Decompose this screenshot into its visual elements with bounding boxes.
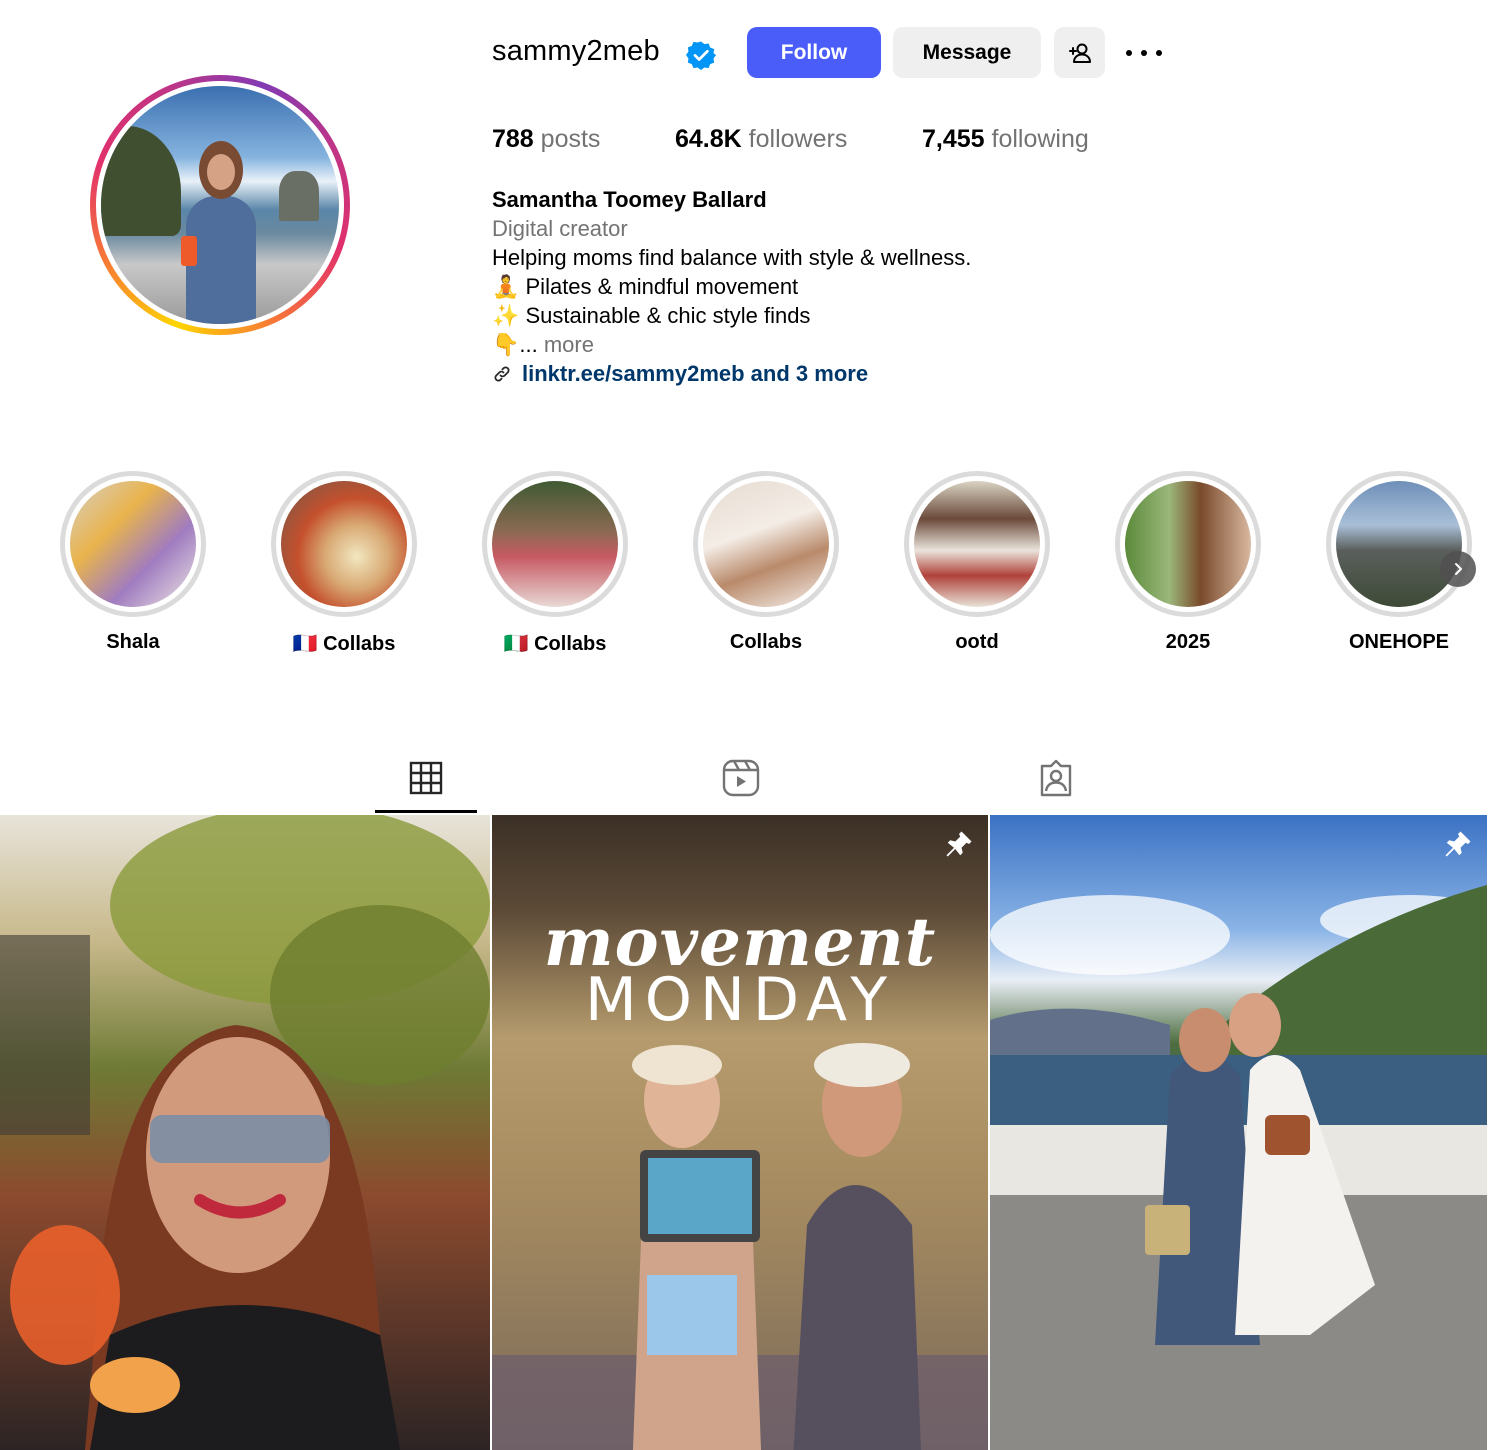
highlight-shala[interactable]: Shala [60, 471, 206, 653]
highlight-label: ootd [955, 631, 999, 653]
bio-link-text: linktr.ee/sammy2meb and 3 more [522, 361, 869, 386]
following-label: following [991, 125, 1089, 153]
highlight-label: Shala [106, 631, 160, 653]
highlight-label: 🇮🇹 Collabs [503, 633, 607, 655]
pin-icon [946, 831, 972, 857]
highlight-ring [693, 471, 839, 617]
reels-icon [722, 759, 760, 797]
bio-line-4-text: 👇... [492, 332, 538, 357]
highlight-label: 2025 [1165, 631, 1211, 653]
highlight-collabs-france[interactable]: 🇫🇷 Collabs [271, 471, 417, 655]
active-tab-indicator [375, 810, 477, 813]
chevron-right-icon [1455, 563, 1462, 575]
bio-category: Digital creator [492, 216, 628, 241]
followers-label: followers [748, 125, 848, 153]
bio-line-3: ✨ Sustainable & chic style finds [492, 303, 811, 328]
highlight-label: 🇫🇷 Collabs [292, 633, 396, 655]
grid-icon [409, 761, 443, 795]
bio-line-4: 👇... more [492, 332, 594, 358]
highlight-2025[interactable]: 2025 [1115, 471, 1261, 653]
highlight-collabs[interactable]: Collabs [693, 471, 839, 653]
verified-badge-icon [686, 41, 716, 70]
tagged-user-icon [1040, 759, 1072, 797]
highlight-cover [703, 481, 829, 607]
message-button[interactable]: Message [893, 27, 1041, 78]
followers-number: 64.8K [675, 125, 742, 153]
bio-line-1: Helping moms find balance with style & w… [492, 245, 972, 270]
add-person-icon [1068, 43, 1091, 63]
highlight-ring [1326, 471, 1472, 617]
highlight-label: ONEHOPE [1348, 631, 1450, 653]
profile-avatar[interactable] [90, 75, 350, 335]
follow-button[interactable]: Follow [747, 27, 881, 78]
highlight-ring [60, 471, 206, 617]
following-link[interactable]: 7,455 following [922, 125, 1089, 154]
bio-line-2: 🧘 Pilates & mindful movement [492, 274, 799, 299]
posts-count: 788 posts [492, 125, 600, 154]
options-icon[interactable] [1122, 40, 1166, 66]
followers-link[interactable]: 64.8K followers [675, 125, 847, 154]
highlight-cover [492, 481, 618, 607]
highlights-next-button[interactable] [1440, 551, 1476, 587]
highlight-ootd[interactable]: ootd [904, 471, 1050, 653]
highlight-label: Collabs [729, 631, 803, 653]
tab-posts[interactable] [406, 758, 446, 798]
link-icon [494, 366, 510, 382]
bio-full-name: Samantha Toomey Ballard [492, 187, 767, 212]
highlight-ring [482, 471, 628, 617]
post-1-image [0, 815, 490, 1450]
post-2[interactable]: movement MONDAY [492, 815, 988, 1450]
highlight-cover [70, 481, 196, 607]
bio-more-link[interactable]: more [544, 332, 594, 357]
posts-number: 788 [492, 125, 534, 153]
suggested-users-button[interactable] [1054, 27, 1105, 78]
post-3-image [990, 885, 1487, 1450]
highlight-onehope[interactable]: ONEHOPE [1326, 471, 1472, 653]
username: sammy2meb [492, 35, 660, 67]
highlight-cover [1336, 481, 1462, 607]
post-1[interactable] [0, 815, 490, 1450]
highlight-cover [914, 481, 1040, 607]
avatar-photo [101, 86, 339, 324]
tab-tagged[interactable] [1036, 758, 1076, 798]
post-3[interactable] [990, 815, 1487, 1450]
pin-icon [1445, 831, 1471, 857]
highlight-ring [904, 471, 1050, 617]
avatar-inner [96, 81, 344, 329]
posts-label: posts [540, 125, 601, 153]
highlight-cover [1125, 481, 1251, 607]
highlight-collabs-italy[interactable]: 🇮🇹 Collabs [482, 471, 628, 655]
tab-reels[interactable] [721, 758, 761, 798]
bio-external-link[interactable]: linktr.ee/sammy2meb and 3 more [492, 361, 868, 387]
highlight-ring [1115, 471, 1261, 617]
post-2-title-line-2: MONDAY [584, 965, 896, 1035]
following-number: 7,455 [922, 125, 985, 153]
highlight-cover [281, 481, 407, 607]
highlight-ring [271, 471, 417, 617]
